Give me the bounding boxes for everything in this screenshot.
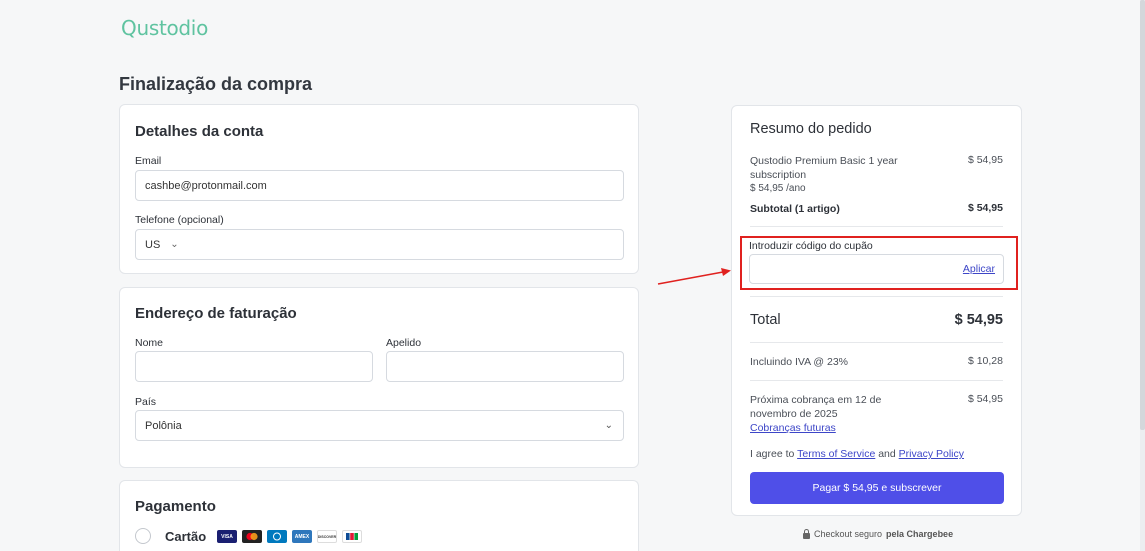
- name-label: Nome: [135, 337, 164, 349]
- divider: [750, 380, 1003, 381]
- lock-icon: [803, 528, 810, 539]
- phone-field[interactable]: US ⌄: [135, 229, 624, 260]
- divider: [750, 226, 1003, 227]
- payment-card: Pagamento Cartão VISA AMEX DISCOVER: [119, 480, 639, 551]
- surname-field[interactable]: [386, 351, 624, 382]
- vat-value: $ 10,28: [967, 355, 1003, 367]
- account-heading: Detalhes da conta: [135, 123, 264, 140]
- amex-icon: AMEX: [292, 530, 312, 543]
- mastercard-icon: [242, 530, 262, 543]
- subtotal-label: Subtotal (1 artigo): [750, 203, 840, 215]
- page-title: Finalização da compra: [119, 74, 313, 94]
- item-name: Qustodio Premium Basic 1 year subscripti…: [750, 155, 898, 181]
- agree-prefix: I agree to: [750, 448, 795, 460]
- chevron-down-icon[interactable]: ⌄: [605, 420, 613, 431]
- payment-heading: Pagamento: [135, 498, 216, 515]
- privacy-link[interactable]: Privacy Policy: [899, 448, 964, 460]
- country-select[interactable]: Polônia ⌄: [135, 410, 624, 441]
- diners-icon: [267, 530, 287, 543]
- coupon-input[interactable]: Aplicar: [749, 254, 1004, 284]
- divider: [750, 296, 1003, 297]
- red-arrow-annotation: [657, 268, 731, 285]
- summary-title: Resumo do pedido: [750, 121, 872, 137]
- phone-label: Telefone (opcional): [135, 214, 224, 226]
- terms-link[interactable]: Terms of Service: [797, 448, 875, 460]
- pay-subscribe-button[interactable]: Pagar $ 54,95 e subscrever: [750, 472, 1004, 504]
- billing-address-card: Endereço de faturação Nome Apelido País …: [119, 287, 639, 468]
- card-radio[interactable]: [135, 528, 151, 544]
- total-value: $ 54,95: [954, 312, 1003, 328]
- future-charges-link[interactable]: Cobranças futuras: [750, 421, 836, 435]
- card-brands: VISA AMEX DISCOVER: [217, 530, 362, 543]
- total-label: Total: [750, 312, 781, 328]
- secure-by: pela Chargebee: [886, 529, 954, 539]
- country-value: Polônia: [145, 419, 182, 432]
- name-field[interactable]: [135, 351, 373, 382]
- account-details-card: Detalhes da conta Email cashbe@protonmai…: [119, 104, 639, 274]
- page-scrollbar[interactable]: [1140, 0, 1145, 551]
- email-value: cashbe@protonmail.com: [145, 179, 267, 192]
- coupon-label: Introduzir código do cupão: [749, 240, 873, 252]
- agree-text: I agree to Terms of Service and Privacy …: [750, 447, 964, 461]
- card-method-label: Cartão: [165, 529, 207, 544]
- jcb-icon: [342, 530, 362, 543]
- divider: [750, 342, 1003, 343]
- billing-heading: Endereço de faturação: [135, 305, 297, 322]
- visa-icon: VISA: [217, 530, 237, 543]
- chevron-down-icon[interactable]: ⌄: [170, 239, 178, 250]
- item-price: $ 54,95: [967, 154, 1003, 166]
- email-field[interactable]: cashbe@protonmail.com: [135, 170, 624, 201]
- apply-coupon-link[interactable]: Aplicar: [963, 263, 995, 275]
- secure-prefix: Checkout seguro: [814, 529, 883, 539]
- discover-icon: DISCOVER: [317, 530, 337, 543]
- subtotal-value: $ 54,95: [967, 202, 1003, 214]
- item-rate: $ 54,95 /ano: [750, 183, 806, 194]
- email-label: Email: [135, 155, 162, 167]
- phone-country-code[interactable]: US: [145, 239, 160, 251]
- surname-label: Apelido: [386, 337, 422, 349]
- next-charge-label: Próxima cobrança em 12 de novembro de 20…: [750, 394, 882, 420]
- secure-checkout-note: Checkout seguro pela Chargebee: [803, 528, 954, 539]
- country-label: País: [135, 396, 157, 408]
- agree-and: and: [878, 448, 896, 460]
- vat-label: Incluindo IVA @ 23%: [750, 356, 849, 368]
- qustodio-logo: Qustodio: [121, 16, 209, 40]
- scrollbar-thumb[interactable]: [1140, 0, 1145, 430]
- order-summary-card: Resumo do pedido Qustodio Premium Basic …: [731, 105, 1022, 516]
- next-charge-value: $ 54,95: [967, 393, 1003, 405]
